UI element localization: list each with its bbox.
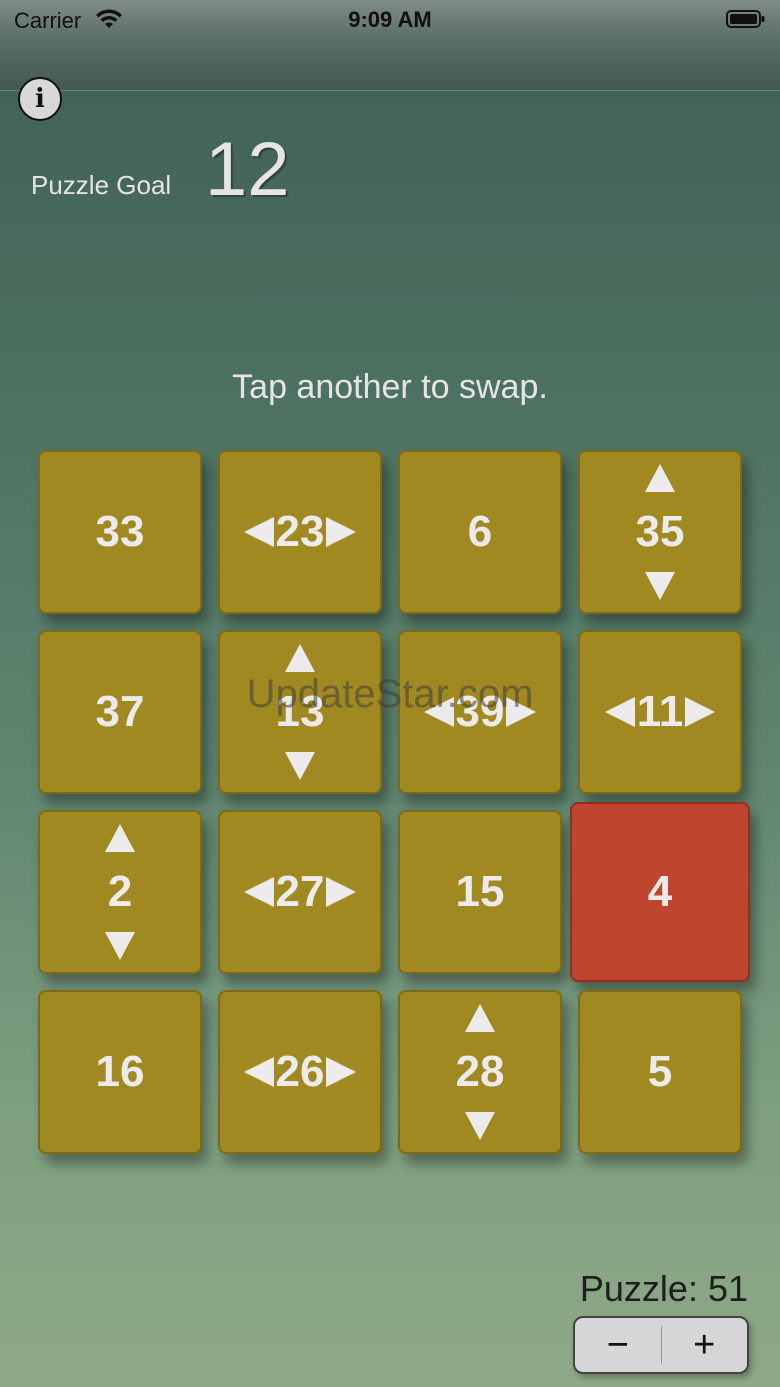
tile-number: 35 bbox=[635, 507, 685, 556]
tile-number: 15 bbox=[455, 867, 505, 916]
tile-number: 28 bbox=[455, 1047, 505, 1096]
arrow-left-icon bbox=[243, 1057, 274, 1087]
tile[interactable]: 11 bbox=[578, 630, 742, 794]
tile[interactable]: 15 bbox=[398, 810, 562, 974]
puzzle-goal-value: 12 bbox=[205, 127, 290, 212]
arrow-up-icon bbox=[645, 464, 675, 492]
tile[interactable]: 27 bbox=[218, 810, 382, 974]
tile[interactable]: 6 bbox=[398, 450, 562, 614]
tile-number: 26 bbox=[275, 1047, 325, 1096]
tile-number: 2 bbox=[107, 867, 133, 916]
decrement-button[interactable]: − bbox=[575, 1318, 661, 1372]
tile-content: 23 bbox=[220, 510, 380, 554]
arrow-up-icon bbox=[285, 644, 315, 672]
tile-number: 39 bbox=[455, 687, 505, 736]
puzzle-stepper: − + bbox=[573, 1316, 749, 1374]
tile-number: 27 bbox=[275, 867, 325, 916]
arrow-down-icon bbox=[285, 752, 315, 780]
info-icon: i bbox=[35, 84, 45, 114]
tile-content: 11 bbox=[580, 690, 740, 734]
tile-number: 23 bbox=[275, 507, 325, 556]
increment-button[interactable]: + bbox=[662, 1318, 748, 1372]
arrow-left-icon bbox=[243, 877, 274, 907]
arrow-down-icon bbox=[465, 1112, 495, 1140]
arrow-down-icon bbox=[105, 932, 135, 960]
puzzle-goal-label: Puzzle Goal bbox=[31, 170, 172, 200]
tile-number: 6 bbox=[467, 507, 493, 556]
tile-number: 11 bbox=[636, 687, 684, 736]
tile[interactable]: 26 bbox=[218, 990, 382, 1154]
arrow-right-icon bbox=[326, 517, 357, 547]
tile-number: 37 bbox=[95, 687, 145, 736]
tile[interactable]: 33 bbox=[38, 450, 202, 614]
tile[interactable]: 23 bbox=[218, 450, 382, 614]
tile-content: 39 bbox=[400, 690, 560, 734]
arrow-left-icon bbox=[243, 517, 274, 547]
tile[interactable]: 5 bbox=[578, 990, 742, 1154]
tile-number: 5 bbox=[647, 1047, 673, 1096]
arrow-up-icon bbox=[465, 1004, 495, 1032]
clock-time: 9:09 AM bbox=[348, 7, 432, 32]
battery-icon bbox=[726, 10, 765, 28]
tile[interactable]: 35 bbox=[578, 450, 742, 614]
puzzle-number-label: Puzzle: 51 bbox=[579, 1268, 748, 1309]
arrow-right-icon bbox=[685, 697, 716, 727]
arrow-right-icon bbox=[326, 877, 357, 907]
arrow-right-icon bbox=[326, 1057, 357, 1087]
tile[interactable]: 13 bbox=[218, 630, 382, 794]
info-button[interactable]: i bbox=[18, 77, 62, 121]
tile[interactable]: 2 bbox=[38, 810, 202, 974]
arrow-down-icon bbox=[645, 572, 675, 600]
tile-content: 27 bbox=[220, 870, 380, 914]
arrow-right-icon bbox=[506, 697, 537, 727]
tile-number: 13 bbox=[275, 687, 325, 736]
tile[interactable]: 39 bbox=[398, 630, 562, 794]
tile-number: 4 bbox=[647, 867, 673, 916]
tile[interactable]: 37 bbox=[38, 630, 202, 794]
tile-number: 16 bbox=[95, 1047, 145, 1096]
status-bar: Carrier 9:09 AM bbox=[0, 0, 780, 91]
arrow-up-icon bbox=[105, 824, 135, 852]
tile[interactable]: 28 bbox=[398, 990, 562, 1154]
tile-selected[interactable]: 4 bbox=[570, 802, 750, 982]
tile[interactable]: 16 bbox=[38, 990, 202, 1154]
puzzle-grid: 33 23 6 35 37 13 39 11 2 27 15 4 16 26 28 5 bbox=[38, 450, 750, 1154]
instruction-text: Tap another to swap. bbox=[232, 368, 548, 406]
tile-number: 33 bbox=[95, 507, 145, 556]
arrow-left-icon bbox=[604, 697, 635, 727]
tile-content: 26 bbox=[220, 1050, 380, 1094]
arrow-left-icon bbox=[423, 697, 454, 727]
